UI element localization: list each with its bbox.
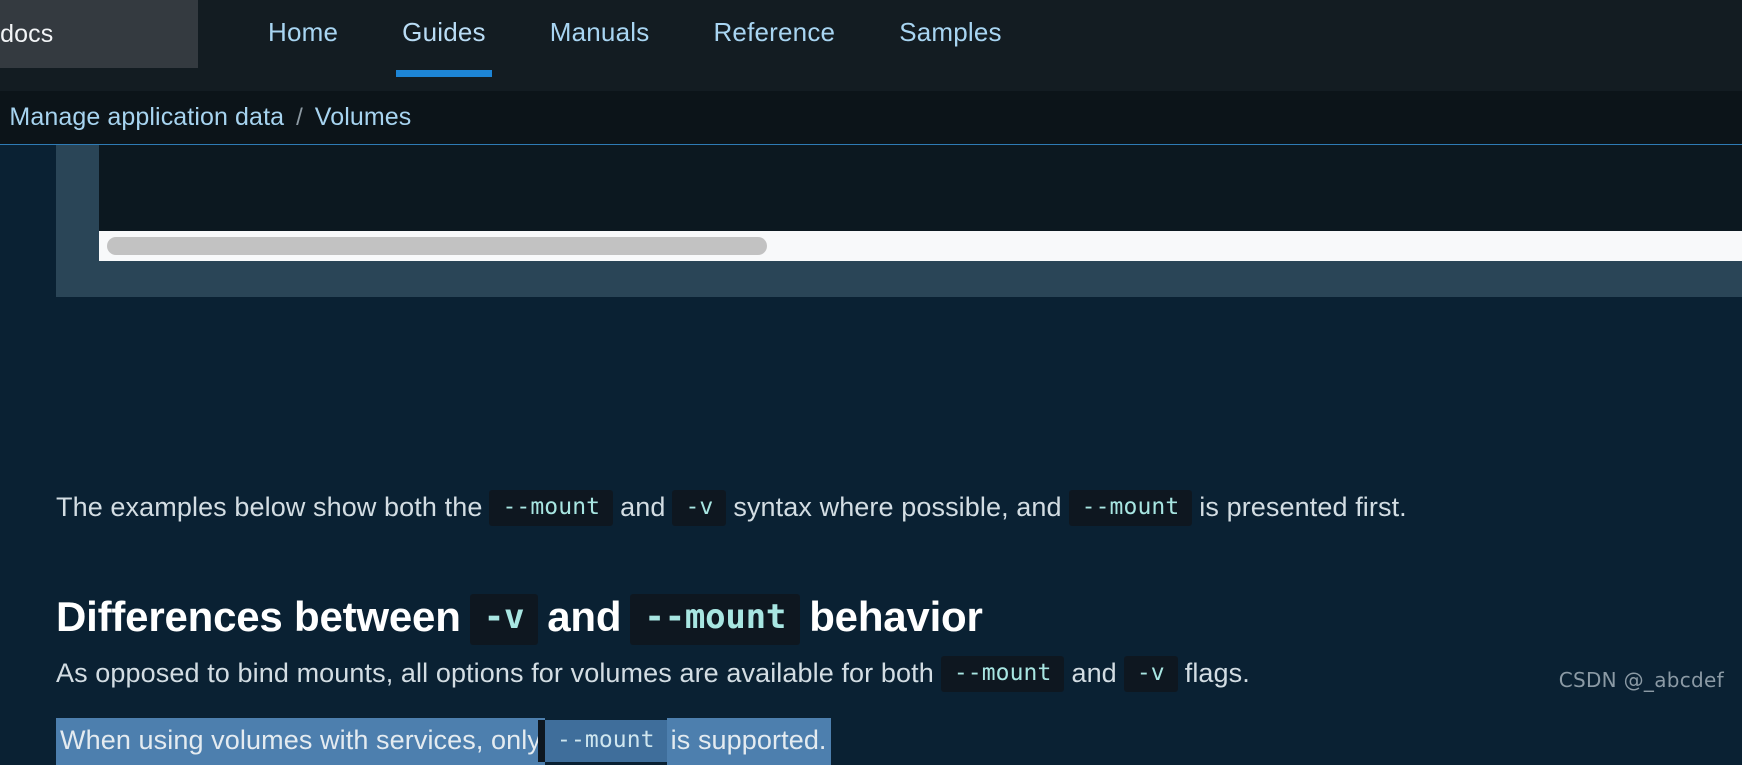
inline-code-mount: --mount [940,656,1065,693]
nav-item-home[interactable]: Home [236,0,370,91]
paragraph-text: The examples below show both the [56,492,483,522]
nav-items: Home Guides Manuals Reference Samples [236,0,1034,91]
nav-item-manuals[interactable]: Manuals [518,0,682,91]
heading-text: behavior [809,593,983,640]
nav-item-label: Home [268,17,339,47]
inline-code-mount: --mount [489,490,614,527]
nav-item-label: Manuals [549,17,650,47]
code-block [99,145,1742,231]
nav-item-reference[interactable]: Reference [681,0,867,91]
nav-item-label: Reference [713,17,836,47]
paragraph-examples: The examples below show both the --mount a… [56,489,1407,527]
inline-code-v: -v [672,490,727,527]
heading-text: and [547,593,622,640]
nav-item-label: Guides [402,17,486,47]
selected-text-line: When using volumes with services, only --… [56,718,831,765]
inline-code-v: -v [1123,656,1178,693]
scrollbar-thumb[interactable] [107,237,767,255]
horizontal-scrollbar[interactable] [99,231,1742,261]
search-input[interactable]: the docs [0,0,198,68]
top-navigation-bar: the docs Home Guides Manuals Reference S… [0,0,1742,91]
watermark: CSDN @_abcdef [1558,668,1724,692]
paragraph-text: As opposed to bind mounts, all options f… [56,658,934,688]
selected-text: When using volumes with services, only [56,718,545,765]
paragraph-text: and [620,492,666,522]
nav-item-label: Samples [899,17,1002,47]
inline-code-mount: --mount [1068,490,1193,527]
breadcrumb-item-3[interactable]: Volumes [315,103,412,132]
inline-code-v: -v [469,594,539,645]
heading-text: Differences between [56,593,461,640]
paragraph-text: flags. [1184,658,1250,688]
paragraph-text: and [1071,658,1117,688]
inline-code-mount: --mount [630,594,801,645]
main-content: The examples below show both the --mount a… [0,144,1742,765]
breadcrumb-item-2[interactable]: Manage application data [9,103,284,132]
nav-item-samples[interactable]: Samples [867,0,1034,91]
search-placeholder: the docs [0,19,54,48]
paragraph-text: is presented first. [1199,492,1407,522]
callout-panel [56,145,1742,297]
nav-item-guides[interactable]: Guides [370,0,518,91]
paragraph-text: syntax where possible, and [733,492,1062,522]
section-heading: Differences between -v and --mount behavior [56,593,983,645]
selected-text: is supported. [666,718,831,765]
breadcrumb-separator: / [296,103,303,131]
breadcrumb-bar: tion / Manage application data / Volumes [0,91,1742,144]
inline-code-mount: --mount [545,720,667,763]
paragraph-options: As opposed to bind mounts, all options f… [56,655,1250,693]
breadcrumb: tion / Manage application data / Volumes [0,103,411,132]
